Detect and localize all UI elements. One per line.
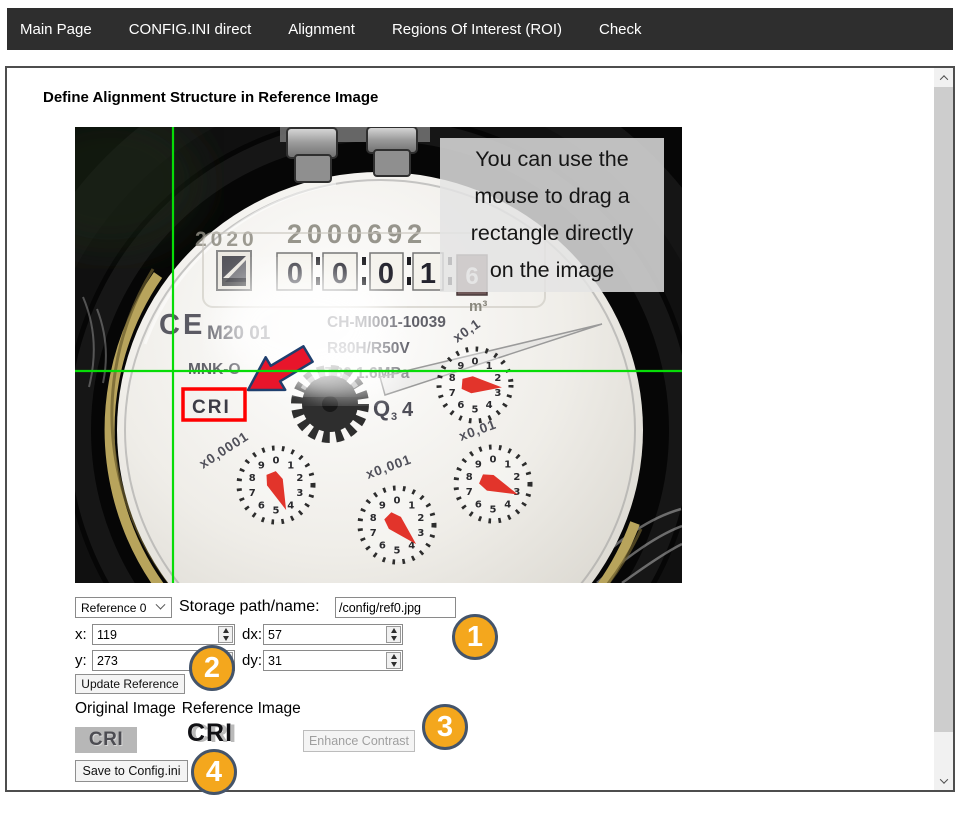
reference-image-canvas[interactable]: 2 0 2 0 2 0 0 0 6 9 2 bbox=[75, 127, 682, 583]
svg-text:2: 2 bbox=[417, 513, 424, 524]
svg-text:5: 5 bbox=[472, 405, 479, 416]
svg-text:7: 7 bbox=[449, 388, 456, 399]
svg-text:8: 8 bbox=[466, 472, 473, 483]
nav-check[interactable]: Check bbox=[599, 21, 642, 38]
storage-path-label: Storage path/name: bbox=[179, 596, 320, 618]
nav-config-ini[interactable]: CONFIG.INI direct bbox=[129, 21, 252, 38]
crop-labels: Original Image Reference Image bbox=[75, 700, 301, 718]
spin-up-icon bbox=[223, 628, 229, 633]
svg-text:1: 1 bbox=[420, 258, 436, 290]
dx-input-field[interactable] bbox=[263, 624, 403, 645]
svg-text:1: 1 bbox=[287, 460, 294, 471]
y-label: y: bbox=[75, 650, 87, 671]
reference-image-label: Reference Image bbox=[182, 700, 301, 718]
svg-text:2: 2 bbox=[513, 472, 520, 483]
svg-text:0: 0 bbox=[273, 456, 280, 467]
dy-input[interactable] bbox=[263, 650, 403, 671]
spin-down-icon bbox=[391, 636, 397, 641]
svg-text:6: 6 bbox=[457, 400, 464, 411]
svg-text:3: 3 bbox=[494, 388, 501, 399]
svg-text:8: 8 bbox=[370, 513, 377, 524]
ce-mark: CE bbox=[159, 309, 205, 341]
x-input[interactable] bbox=[92, 624, 235, 645]
x-input-spinner[interactable] bbox=[218, 626, 233, 643]
scroll-up-button[interactable] bbox=[934, 68, 953, 87]
svg-text:8: 8 bbox=[449, 373, 456, 384]
chevron-down-icon bbox=[156, 600, 166, 610]
svg-text:0: 0 bbox=[378, 258, 394, 290]
spin-down-icon bbox=[391, 662, 397, 667]
svg-text:3: 3 bbox=[391, 411, 397, 423]
svg-text:6: 6 bbox=[475, 500, 482, 511]
update-reference-button[interactable]: Update Reference bbox=[75, 674, 185, 694]
meter-unit-label: m³ bbox=[469, 298, 487, 315]
svg-text:2: 2 bbox=[494, 373, 501, 384]
svg-text:7: 7 bbox=[370, 528, 377, 539]
svg-text:0: 0 bbox=[394, 496, 401, 507]
vertical-scrollbar[interactable] bbox=[934, 68, 953, 790]
page-title: Define Alignment Structure in Reference … bbox=[43, 89, 378, 106]
enhance-contrast-button[interactable]: Enhance Contrast bbox=[303, 730, 415, 752]
svg-text:Q: Q bbox=[373, 396, 390, 421]
svg-text:8: 8 bbox=[249, 473, 256, 484]
callout-badge-3: 3 bbox=[422, 704, 468, 750]
nav-main-page[interactable]: Main Page bbox=[20, 21, 92, 38]
alignment-target-text: CRI bbox=[192, 397, 231, 418]
svg-text:2: 2 bbox=[296, 473, 303, 484]
svg-text:5: 5 bbox=[394, 546, 401, 557]
svg-text:9: 9 bbox=[379, 500, 386, 511]
scroll-down-button[interactable] bbox=[934, 771, 953, 790]
dx-label: dx: bbox=[242, 624, 262, 645]
dy-label: dy: bbox=[242, 650, 262, 671]
svg-text:9: 9 bbox=[475, 459, 482, 470]
svg-text:4: 4 bbox=[402, 399, 414, 421]
svg-text:0: 0 bbox=[472, 357, 479, 368]
dy-input-field[interactable] bbox=[263, 650, 403, 671]
dy-input-spinner[interactable] bbox=[386, 652, 401, 669]
callout-badge-4: 4 bbox=[191, 749, 237, 795]
svg-text:1: 1 bbox=[408, 500, 415, 511]
svg-text:9: 9 bbox=[258, 460, 265, 471]
svg-text:3: 3 bbox=[296, 488, 303, 499]
original-image-label: Original Image bbox=[75, 700, 176, 718]
svg-text:6: 6 bbox=[379, 541, 386, 552]
spin-up-icon bbox=[391, 654, 397, 659]
reference-select[interactable]: Reference 0 bbox=[75, 597, 172, 618]
svg-text:7: 7 bbox=[249, 488, 256, 499]
svg-text:7: 7 bbox=[466, 487, 473, 498]
chevron-down-icon bbox=[939, 775, 947, 783]
dx-input[interactable] bbox=[263, 624, 403, 645]
top-navigation: Main Page CONFIG.INI direct Alignment Re… bbox=[7, 8, 953, 50]
svg-text:0: 0 bbox=[490, 455, 497, 466]
svg-text:6: 6 bbox=[258, 501, 265, 512]
drag-hint-overlay: You can use the mouse to drag a rectangl… bbox=[440, 138, 664, 292]
original-crop-image: CRI bbox=[75, 727, 137, 753]
svg-text:4: 4 bbox=[287, 501, 294, 512]
svg-text:5: 5 bbox=[490, 505, 497, 516]
svg-text:4: 4 bbox=[504, 500, 511, 511]
svg-text:4: 4 bbox=[486, 400, 493, 411]
svg-text:5: 5 bbox=[273, 506, 280, 517]
storage-path-input[interactable] bbox=[335, 597, 456, 618]
nav-alignment[interactable]: Alignment bbox=[288, 21, 355, 38]
spin-down-icon bbox=[223, 636, 229, 641]
nav-roi[interactable]: Regions Of Interest (ROI) bbox=[392, 21, 562, 38]
reference-crop-image: CRI bbox=[167, 718, 253, 748]
x-input-field[interactable] bbox=[92, 624, 235, 645]
x-label: x: bbox=[75, 624, 87, 645]
save-to-config-button[interactable]: Save to Config.ini bbox=[75, 760, 188, 782]
alignment-page-frame: Define Alignment Structure in Reference … bbox=[5, 66, 955, 792]
dx-input-spinner[interactable] bbox=[386, 626, 401, 643]
svg-text:MNK-O: MNK-O bbox=[188, 361, 241, 378]
scrollbar-thumb[interactable] bbox=[934, 87, 953, 732]
svg-text:1: 1 bbox=[504, 459, 511, 470]
callout-badge-1: 1 bbox=[452, 614, 498, 660]
svg-text:3: 3 bbox=[417, 528, 424, 539]
callout-badge-2: 2 bbox=[189, 645, 235, 691]
spin-up-icon bbox=[391, 628, 397, 633]
chevron-up-icon bbox=[939, 75, 947, 83]
